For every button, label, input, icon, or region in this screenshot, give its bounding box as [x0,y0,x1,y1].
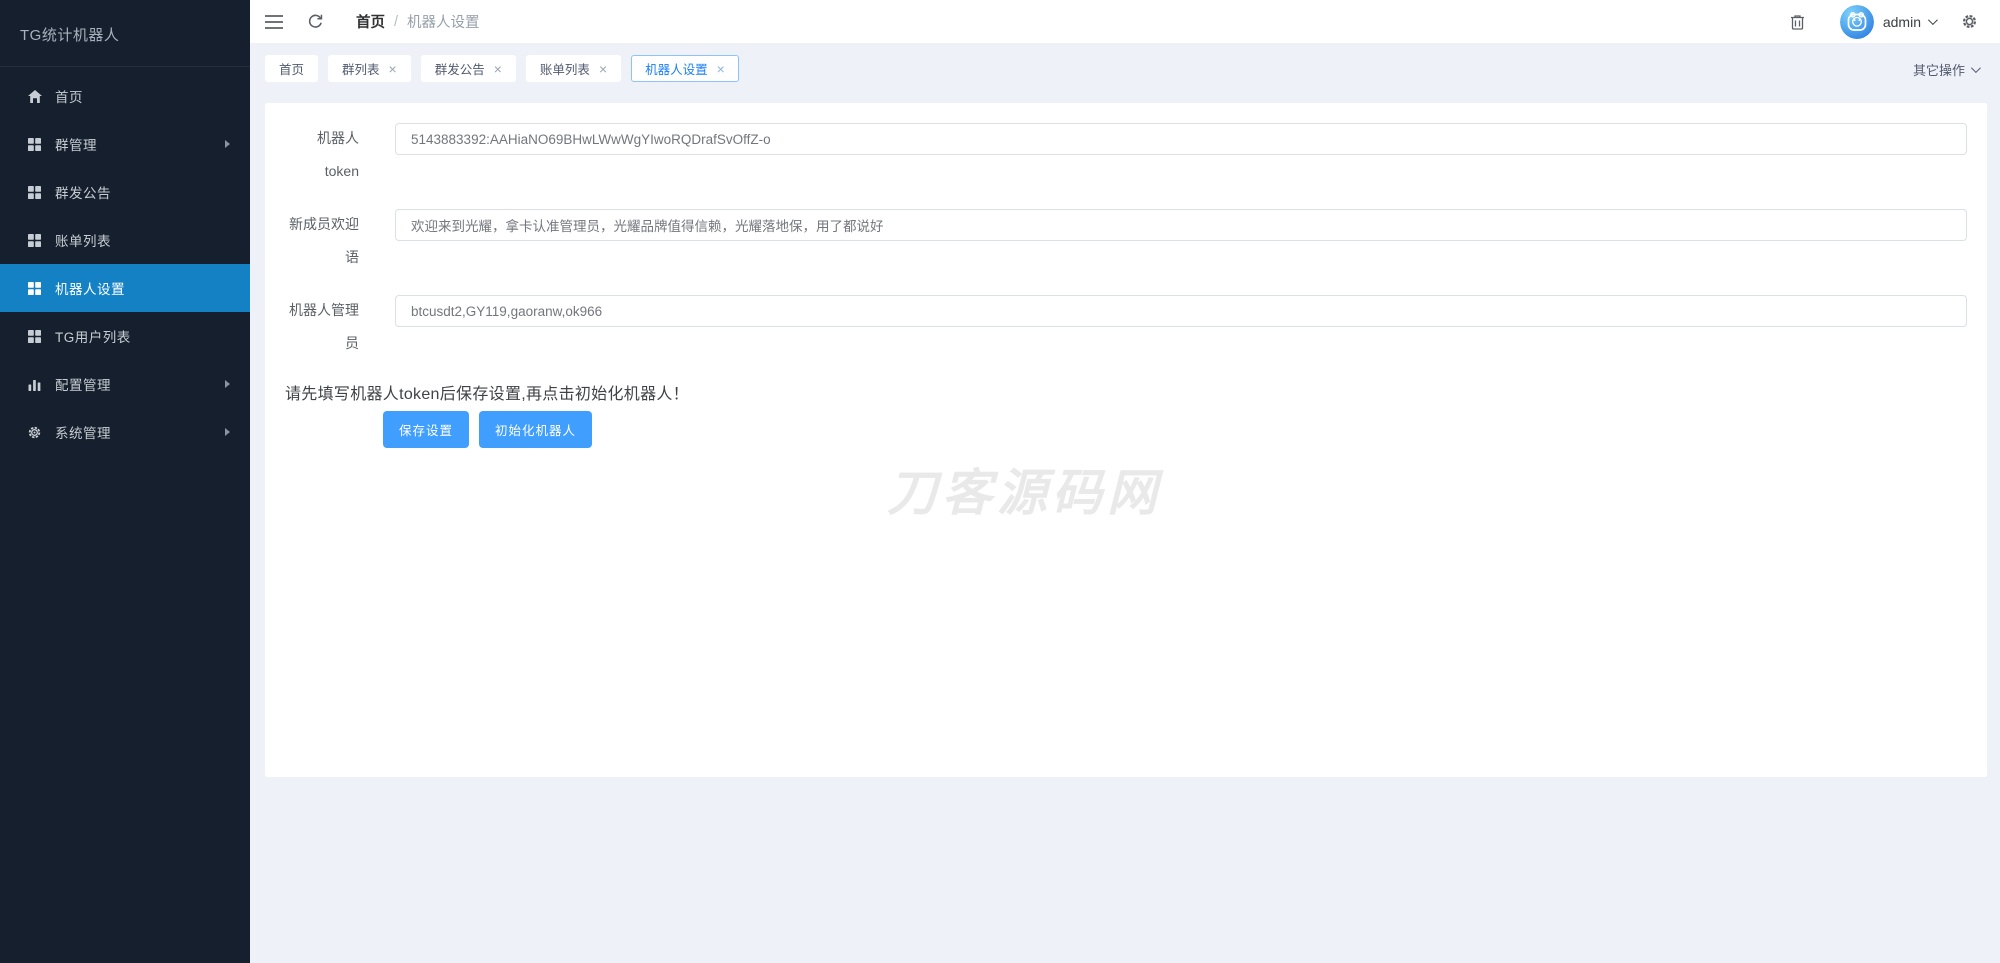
settings-gear-icon[interactable] [1961,13,1978,30]
sidebar-item-label: TG用户列表 [55,326,131,346]
chevron-right-icon [225,140,230,148]
more-actions-label: 其它操作 [1913,60,1965,79]
more-actions-dropdown[interactable]: 其它操作 [1913,60,1978,79]
welcome-message-input[interactable] [395,209,1967,241]
breadcrumb: 首页 / 机器人设置 [356,11,480,32]
avatar[interactable] [1840,5,1874,39]
sidebar-item-label: 群管理 [55,134,97,154]
breadcrumb-separator: / [394,14,398,30]
grid-icon [27,137,42,152]
sidebar-item-label: 系统管理 [55,422,111,442]
breadcrumb-home[interactable]: 首页 [356,11,385,32]
sidebar-item-label: 群发公告 [55,182,111,202]
content-area: 机器人token 新成员欢迎语 机器人管理员 请先填写机器人token后保存设置… [250,88,2000,963]
watermark-text: 刀客源码网 [887,453,1162,525]
tab-home[interactable]: 首页 [265,55,318,82]
form-row-robot-admins: 机器人管理员 [285,294,1967,360]
tab-robot-settings[interactable]: 机器人设置 × [631,55,739,82]
robot-settings-card: 机器人token 新成员欢迎语 机器人管理员 请先填写机器人token后保存设置… [265,103,1987,777]
sidebar-item-system-management[interactable]: 系统管理 [0,408,250,456]
app-title: TG统计机器人 [0,0,250,67]
grid-icon [27,185,42,200]
sidebar-item-home[interactable]: 首页 [0,72,250,120]
grid-icon [27,233,42,248]
gear-icon [27,425,42,440]
close-icon[interactable]: × [494,62,502,76]
form-row-robot-token: 机器人token [285,122,1967,188]
robot-admins-input[interactable] [395,295,1967,327]
tab-label: 首页 [279,59,304,78]
sidebar-item-bill-list[interactable]: 账单列表 [0,216,250,264]
sidebar-item-tg-user-list[interactable]: TG用户列表 [0,312,250,360]
chevron-right-icon [225,380,230,388]
app-window: TG统计机器人 首页 群管理 群发公告 [0,0,2000,963]
user-menu[interactable]: admin [1883,14,1935,30]
init-robot-button[interactable]: 初始化机器人 [479,411,592,448]
sidebar-menu: 首页 群管理 群发公告 账单列表 [0,67,250,456]
close-icon[interactable]: × [389,62,397,76]
sidebar-item-label: 机器人设置 [55,278,125,298]
sidebar-item-broadcast-announcement[interactable]: 群发公告 [0,168,250,216]
bar-chart-icon [27,377,42,392]
trash-icon[interactable] [1790,14,1805,30]
sidebar-item-group-management[interactable]: 群管理 [0,120,250,168]
sidebar-item-label: 配置管理 [55,374,111,394]
robot-token-input[interactable] [395,123,1967,155]
sidebar: TG统计机器人 首页 群管理 群发公告 [0,0,250,963]
tab-group-list[interactable]: 群列表 × [328,55,411,82]
tab-label: 账单列表 [540,59,590,78]
chevron-down-icon [1971,63,1981,73]
button-row: 保存设置 初始化机器人 [383,411,1967,448]
chevron-right-icon [225,428,230,436]
collapse-sidebar-icon[interactable] [265,15,283,29]
top-header: 首页 / 机器人设置 a [250,0,2000,43]
chevron-down-icon [1928,15,1938,25]
close-icon[interactable]: × [599,62,607,76]
sidebar-item-label: 账单列表 [55,230,111,250]
refresh-icon[interactable] [307,13,324,30]
robot-token-label: 机器人token [285,122,359,188]
grid-icon [27,329,42,344]
tab-bill-list[interactable]: 账单列表 × [526,55,621,82]
sidebar-item-config-management[interactable]: 配置管理 [0,360,250,408]
sidebar-item-robot-settings[interactable]: 机器人设置 [0,264,250,312]
sidebar-item-label: 首页 [55,86,83,106]
welcome-message-label: 新成员欢迎语 [285,208,359,274]
breadcrumb-current: 机器人设置 [407,11,480,32]
tab-label: 群发公告 [435,59,485,78]
save-settings-button[interactable]: 保存设置 [383,411,469,448]
form-row-welcome-message: 新成员欢迎语 [285,208,1967,274]
home-icon [27,89,42,104]
grid-icon [27,281,42,296]
tab-bar: 首页 群列表 × 群发公告 × 账单列表 × 机器人设置 × 其它操作 [250,43,2000,88]
tab-broadcast-announcement[interactable]: 群发公告 × [421,55,516,82]
username: admin [1883,14,1921,30]
close-icon[interactable]: × [717,62,725,76]
main-area: 首页 / 机器人设置 a [250,0,2000,963]
tab-label: 机器人设置 [645,59,708,78]
tab-label: 群列表 [342,59,380,78]
robot-admins-label: 机器人管理员 [285,294,359,360]
setup-hint-text: 请先填写机器人token后保存设置,再点击初始化机器人！ [285,380,1967,404]
